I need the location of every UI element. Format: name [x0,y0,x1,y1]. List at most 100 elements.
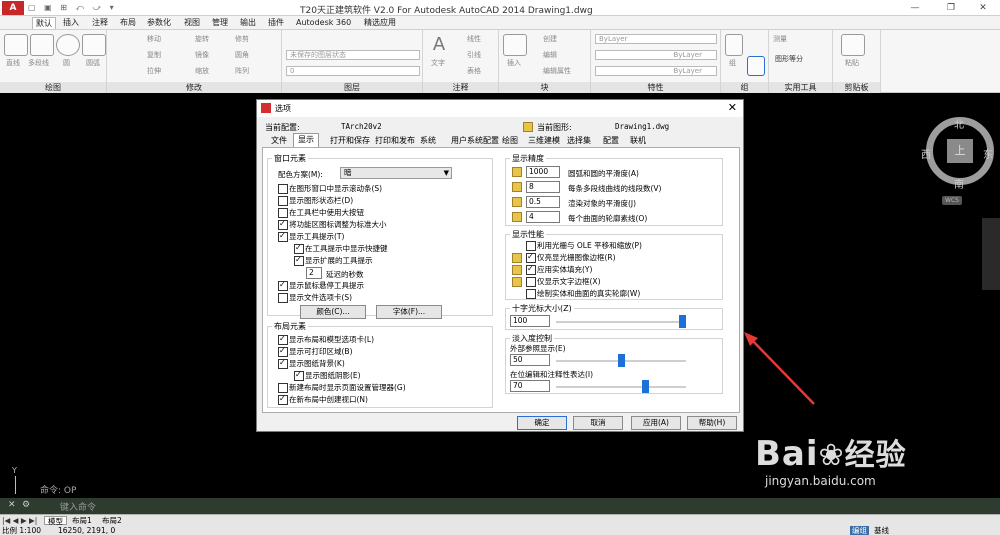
tab-open-save[interactable]: 打开和保存 [330,135,370,147]
group-label-clipboard[interactable]: 剪贴板 [833,82,880,93]
linetype-combo[interactable]: ByLayer [595,50,717,60]
crosshair-size-input[interactable]: 100 [510,315,550,327]
linear-dim-tool[interactable]: 线性 [467,34,481,44]
tab-layout[interactable]: 布局 [120,17,136,29]
select-group-icon[interactable] [747,56,765,76]
checkbox-tooltip-shortcuts[interactable]: 在工具提示中显示快捷键 [294,243,388,254]
leader-tool[interactable]: 引线 [467,50,481,60]
fonts-button[interactable]: 字体(F)... [376,305,442,319]
tab-files[interactable]: 文件 [271,135,287,147]
checkbox-printable-area[interactable]: 显示可打印区域(B) [278,346,353,357]
copy-tool[interactable]: 复制 [147,50,161,60]
viewcube-north[interactable]: 北 [954,116,964,131]
checkbox-raster-ole-pan[interactable]: 利用光栅与 OLE 平移和缩放(P) [526,241,642,251]
tab-parametric[interactable]: 参数化 [147,17,171,29]
inplace-fade-input[interactable]: 70 [510,380,550,392]
group-label-utilities[interactable]: 实用工具 [769,82,832,93]
group-label-groups[interactable]: 组 [721,82,768,93]
polyline-icon[interactable] [30,34,54,56]
checkbox-true-silhouettes[interactable]: 绘制实体和曲面的真实轮廓(W) [526,289,640,299]
layer-current-combo[interactable]: 0 [286,66,420,76]
tab-output[interactable]: 输出 [240,17,256,29]
wrench-icon[interactable]: ⚙ [22,500,30,510]
tab-user-preferences[interactable]: 用户系统配置 [451,135,499,147]
viewcube-top-face[interactable]: 上 [947,139,973,163]
layer-state-combo[interactable]: 未保存的图层状态 [286,50,420,60]
viewcube-south[interactable]: 南 [954,176,964,191]
crosshair-slider-thumb[interactable] [679,315,686,328]
command-line[interactable]: ✕ ⚙ 键入命令 [0,498,1000,514]
xref-fade-input[interactable]: 50 [510,354,550,366]
group-label-layers[interactable]: 图层 [282,82,422,93]
text-icon[interactable]: A [427,34,451,56]
stretch-tool[interactable]: 拉伸 [147,66,161,76]
tab-display[interactable]: 显示 [293,133,319,147]
rotate-tool[interactable]: 旋转 [195,34,209,44]
circle-icon[interactable] [56,34,80,56]
fillet-tool[interactable]: 圆角 [235,50,249,60]
close-icon[interactable]: ✕ [968,1,998,15]
dialog-title-bar[interactable]: 选项 ✕ [257,100,743,117]
close-icon[interactable]: ✕ [8,500,16,510]
checkbox-large-buttons[interactable]: 在工具栏中使用大按钮 [278,208,364,218]
xref-slider-thumb[interactable] [618,354,625,367]
quick-access-toolbar[interactable]: ▢ ▣ ⊞ ⤺ ⤻ ▾ [28,3,273,13]
group-toggle[interactable]: 编组 [850,526,869,535]
tab-drafting[interactable]: 绘图 [502,135,518,147]
viewcube-west[interactable]: 西 [921,146,931,161]
arc-icon[interactable] [82,34,106,56]
tab-featured-apps[interactable]: 精选应用 [364,17,396,29]
help-button[interactable]: 帮助(H) [687,416,737,430]
tooltip-delay-input[interactable]: 2 [306,267,322,279]
apply-button[interactable]: 应用(A) [631,416,681,430]
checkbox-extended-tooltips[interactable]: 显示扩展的工具提示 [294,255,373,266]
create-block-tool[interactable]: 创建 [543,34,557,44]
edit-block-tool[interactable]: 编辑 [543,50,557,60]
checkbox-text-frame[interactable]: 仅显示文字边框(X) [526,277,601,287]
render-smoothness-input[interactable]: 0.5 [526,196,560,208]
contour-lines-input[interactable]: 4 [526,211,560,223]
tab-plot-publish[interactable]: 打印和发布 [375,135,415,147]
move-tool[interactable]: 移动 [147,34,161,44]
cancel-button[interactable]: 取消 [573,416,623,430]
group-label-modify[interactable]: 修改 [107,82,281,93]
checkbox-scrollbars[interactable]: 在图形窗口中显示滚动条(S) [278,184,382,194]
group-label-properties[interactable]: 特性 [591,82,720,93]
baseline-toggle[interactable]: 基线 [874,526,889,535]
edit-attributes-tool[interactable]: 编辑属性 [543,66,571,76]
color-scheme-select[interactable]: 暗 ▼ [340,167,452,179]
checkbox-show-tooltips[interactable]: 显示工具提示(T) [278,231,344,242]
crosshair-size-slider[interactable] [556,321,686,323]
tab-model[interactable]: 模型 [44,516,67,526]
tab-autodesk360[interactable]: Autodesk 360 [296,17,351,29]
arc-smoothness-input[interactable]: 1000 [526,166,560,178]
inplace-slider-thumb[interactable] [642,380,649,393]
array-tool[interactable]: 阵列 [235,66,249,76]
ok-button[interactable]: 确定 [517,416,567,430]
checkbox-ribbon-icon-size[interactable]: 将功能区图标调整为标准大小 [278,219,387,230]
checkbox-page-setup-manager[interactable]: 新建布局时显示页面设置管理器(G) [278,383,406,393]
lineweight-combo[interactable]: ByLayer [595,66,717,76]
paste-icon[interactable] [841,34,865,56]
group-icon[interactable] [725,34,743,56]
trim-tool[interactable]: 修剪 [235,34,249,44]
scale-readout[interactable]: 比例 1:100 [2,526,41,535]
checkbox-file-tabs[interactable]: 显示文件选项卡(S) [278,293,352,303]
group-label-draw[interactable]: 绘图 [0,82,106,93]
measure-tool[interactable]: 测量 [773,34,787,44]
tab-system[interactable]: 系统 [420,135,436,147]
tab-layout2[interactable]: 布局2 [102,516,122,525]
tab-plugins[interactable]: 插件 [268,17,284,29]
dialog-close-icon[interactable]: ✕ [728,101,737,114]
group-label-block[interactable]: 块 [499,82,590,93]
table-tool[interactable]: 表格 [467,66,481,76]
command-input[interactable]: 键入命令 [60,500,96,513]
divide-tool[interactable]: 图形等分 [775,54,803,64]
checkbox-layout-model-tabs[interactable]: 显示布局和模型选项卡(L) [278,334,374,345]
mirror-tool[interactable]: 镜像 [195,50,209,60]
checkbox-create-viewport[interactable]: 在新布局中创建视口(N) [278,394,368,405]
tab-insert[interactable]: 插入 [63,17,79,29]
checkbox-paper-shadow[interactable]: 显示图纸阴影(E) [294,370,361,381]
minimize-icon[interactable]: — [900,1,930,15]
nav-arrows-icon[interactable]: |◀ ◀ ▶ ▶| [2,516,37,525]
